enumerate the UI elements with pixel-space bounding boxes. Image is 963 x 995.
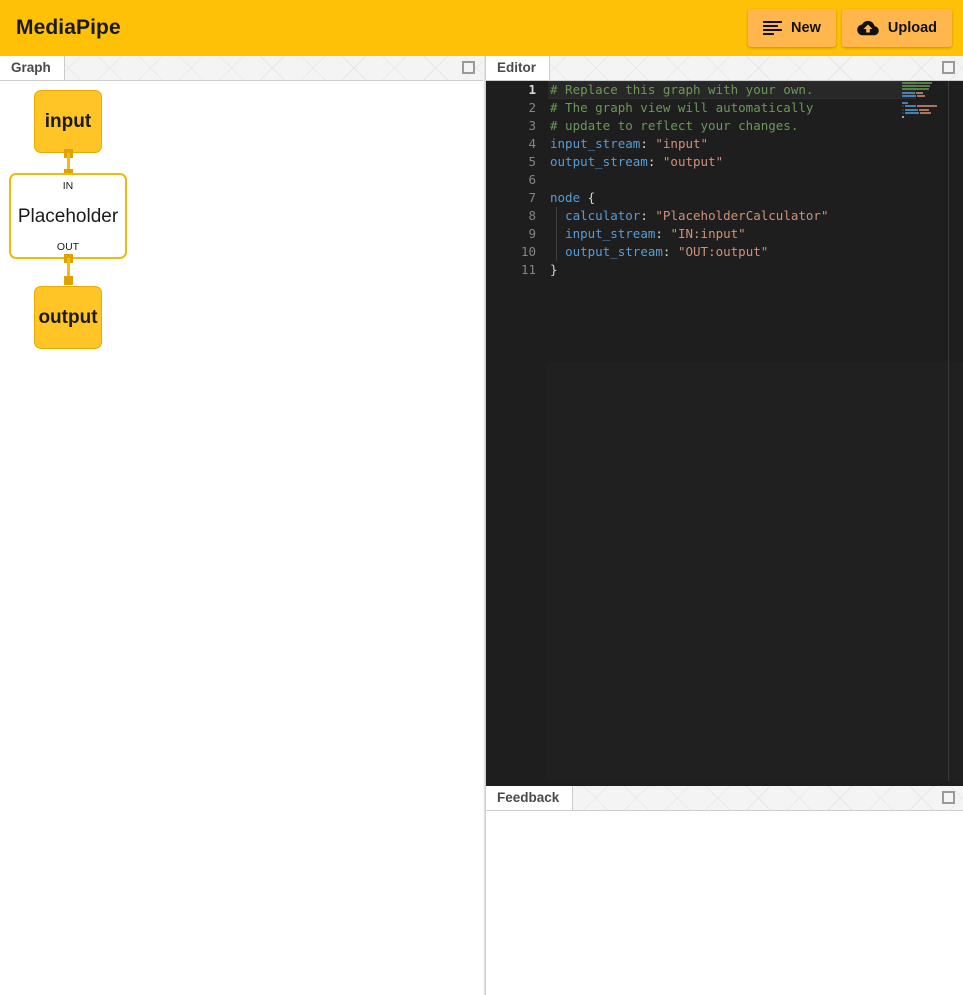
code-line-text: # The graph view will automatically bbox=[536, 99, 813, 117]
feedback-panel[interactable] bbox=[486, 811, 963, 995]
code-line[interactable]: 6 bbox=[486, 171, 963, 189]
vertical-splitter[interactable] bbox=[483, 56, 486, 995]
graph-node-output[interactable]: output bbox=[34, 286, 102, 349]
graph-node-input[interactable]: input bbox=[34, 90, 102, 153]
tab-graph[interactable]: Graph bbox=[0, 56, 65, 80]
code-line-text: output_stream: "output" bbox=[536, 153, 723, 171]
code-line-text: # Replace this graph with your own. bbox=[536, 81, 813, 99]
line-number: 10 bbox=[486, 243, 536, 261]
line-number: 4 bbox=[486, 135, 536, 153]
line-number: 5 bbox=[486, 153, 536, 171]
feedback-content bbox=[486, 811, 963, 995]
horizontal-splitter[interactable] bbox=[486, 781, 963, 786]
line-number: 8 bbox=[486, 207, 536, 225]
tab-feedback[interactable]: Feedback bbox=[486, 786, 573, 810]
code-line[interactable]: 3# update to reflect your changes. bbox=[486, 117, 963, 135]
code-line[interactable]: 9 input_stream: "IN:input" bbox=[486, 225, 963, 243]
graph-node-input-label: input bbox=[45, 111, 91, 133]
code-line[interactable]: 11} bbox=[486, 261, 963, 279]
app-header: MediaPipe New Upload bbox=[0, 0, 963, 56]
minimap-line bbox=[900, 115, 946, 118]
graph-canvas[interactable]: input IN Placeholder OUT output bbox=[0, 81, 483, 995]
graph-node-output-label: output bbox=[38, 307, 97, 329]
cloud-upload-icon bbox=[857, 20, 879, 37]
graph-panel[interactable]: input IN Placeholder OUT output bbox=[0, 81, 483, 995]
list-icon bbox=[763, 21, 782, 35]
graph-node-placeholder-label: Placeholder bbox=[18, 207, 118, 226]
graph-node-placeholder-out-port: OUT bbox=[57, 242, 79, 253]
line-number: 7 bbox=[486, 189, 536, 207]
mediapipe-visualizer-app: MediaPipe New Upload Graph bbox=[0, 0, 963, 995]
code-line[interactable]: 2# The graph view will automatically bbox=[486, 99, 963, 117]
code-line-text: input_stream: "IN:input" bbox=[536, 225, 746, 243]
tab-editor-label: Editor bbox=[497, 60, 536, 75]
editor-maximize-button[interactable] bbox=[942, 61, 955, 74]
code-line[interactable]: 4input_stream: "input" bbox=[486, 135, 963, 153]
code-line[interactable]: 8 calculator: "PlaceholderCalculator" bbox=[486, 207, 963, 225]
code-line-text: } bbox=[536, 261, 558, 279]
code-line-text: # update to reflect your changes. bbox=[536, 117, 798, 135]
line-number: 3 bbox=[486, 117, 536, 135]
line-number: 6 bbox=[486, 171, 536, 189]
code-line[interactable]: 1# Replace this graph with your own. bbox=[486, 81, 963, 99]
code-line[interactable]: 5output_stream: "output" bbox=[486, 153, 963, 171]
new-button-label: New bbox=[791, 20, 821, 36]
graph-node-placeholder-in-port: IN bbox=[63, 181, 74, 192]
tab-feedback-label: Feedback bbox=[497, 790, 559, 805]
code-line[interactable]: 10 output_stream: "OUT:output" bbox=[486, 243, 963, 261]
editor-panel[interactable]: 1# Replace this graph with your own.2# T… bbox=[486, 81, 963, 781]
header-actions: New Upload bbox=[748, 9, 952, 47]
editor-minimap[interactable] bbox=[900, 81, 946, 781]
tab-graph-label: Graph bbox=[11, 60, 51, 75]
graph-maximize-button[interactable] bbox=[462, 61, 475, 74]
code-line-text: node { bbox=[536, 189, 595, 207]
line-number: 1 bbox=[486, 81, 536, 99]
tab-editor[interactable]: Editor bbox=[486, 56, 550, 80]
app-title: MediaPipe bbox=[16, 16, 121, 40]
line-number: 9 bbox=[486, 225, 536, 243]
feedback-maximize-button[interactable] bbox=[942, 791, 955, 804]
feedback-tabstrip: Feedback bbox=[486, 786, 963, 811]
line-number: 11 bbox=[486, 261, 536, 279]
code-line-text: output_stream: "OUT:output" bbox=[536, 243, 768, 261]
line-number: 2 bbox=[486, 99, 536, 117]
code-line-text: input_stream: "input" bbox=[536, 135, 708, 153]
new-button[interactable]: New bbox=[748, 9, 836, 47]
port-output-in bbox=[64, 276, 73, 285]
upload-button[interactable]: Upload bbox=[842, 9, 952, 47]
code-line[interactable]: 7node { bbox=[486, 189, 963, 207]
upload-button-label: Upload bbox=[888, 20, 937, 36]
graph-node-placeholder[interactable]: IN Placeholder OUT bbox=[9, 173, 127, 259]
code-editor-content[interactable]: 1# Replace this graph with your own.2# T… bbox=[486, 81, 963, 781]
graph-tabstrip: Graph bbox=[0, 56, 483, 81]
editor-tabstrip: Editor bbox=[486, 56, 963, 81]
code-line-text: calculator: "PlaceholderCalculator" bbox=[536, 207, 828, 225]
